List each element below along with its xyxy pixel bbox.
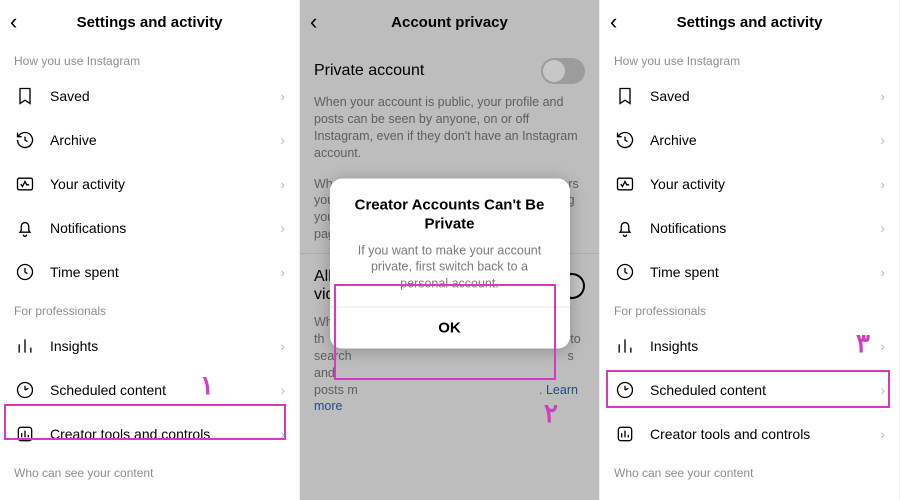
- scheduled-icon: [14, 379, 36, 401]
- activity-icon: [614, 173, 636, 195]
- chevron-right-icon: ›: [880, 220, 885, 236]
- row-label: Saved: [650, 88, 880, 104]
- chevron-right-icon: ›: [280, 220, 285, 236]
- chevron-right-icon: ›: [280, 264, 285, 280]
- chevron-right-icon: ›: [880, 264, 885, 280]
- row-label: Your activity: [50, 176, 280, 192]
- row-saved[interactable]: Saved ›: [600, 74, 899, 118]
- row-label: Your activity: [650, 176, 880, 192]
- section-label: For professionals: [0, 294, 299, 324]
- chevron-right-icon: ›: [880, 176, 885, 192]
- page-title: Settings and activity: [77, 14, 223, 31]
- chevron-right-icon: ›: [880, 132, 885, 148]
- row-notifications[interactable]: Notifications ›: [600, 206, 899, 250]
- chevron-right-icon: ›: [880, 88, 885, 104]
- row-timespent[interactable]: Time spent ›: [0, 250, 299, 294]
- phone-right: ‹ Settings and activity How you use Inst…: [600, 0, 900, 500]
- chevron-right-icon: ›: [280, 132, 285, 148]
- modal-body: If you want to make your account private…: [346, 242, 554, 293]
- phone-middle: ‹ Account privacy Private account When y…: [300, 0, 600, 500]
- section-label: Who can see your content: [0, 456, 299, 486]
- back-icon[interactable]: ‹: [610, 9, 617, 35]
- row-label: Saved: [50, 88, 280, 104]
- modal-title: Creator Accounts Can't Be Private: [346, 197, 554, 235]
- page-title: Settings and activity: [677, 14, 823, 31]
- scheduled-icon: [614, 379, 636, 401]
- row-label: Time spent: [50, 264, 280, 280]
- row-label: Time spent: [650, 264, 880, 280]
- insights-icon: [614, 335, 636, 357]
- phone-left: ‹ Settings and activity How you use Inst…: [0, 0, 300, 500]
- chevron-right-icon: ›: [280, 382, 285, 398]
- activity-icon: [14, 173, 36, 195]
- row-scheduled[interactable]: Scheduled content ›: [0, 368, 299, 412]
- bookmark-icon: [614, 85, 636, 107]
- chevron-right-icon: ›: [880, 338, 885, 354]
- row-activity[interactable]: Your activity ›: [600, 162, 899, 206]
- bell-icon: [14, 217, 36, 239]
- history-icon: [614, 129, 636, 151]
- section-label: How you use Instagram: [600, 44, 899, 74]
- row-creator-tools[interactable]: Creator tools and controls ›: [0, 412, 299, 456]
- creator-icon: [14, 423, 36, 445]
- settings-scroll[interactable]: How you use Instagram Saved › Archive › …: [600, 44, 899, 500]
- clock-icon: [14, 261, 36, 283]
- chevron-right-icon: ›: [880, 426, 885, 442]
- bell-icon: [614, 217, 636, 239]
- chevron-right-icon: ›: [280, 176, 285, 192]
- row-saved[interactable]: Saved ›: [0, 74, 299, 118]
- chevron-right-icon: ›: [280, 426, 285, 442]
- history-icon: [14, 129, 36, 151]
- row-creator-tools[interactable]: Creator tools and controls ›: [600, 412, 899, 456]
- clock-icon: [614, 261, 636, 283]
- row-label: Scheduled content: [50, 382, 280, 398]
- back-icon[interactable]: ‹: [10, 9, 17, 35]
- modal-ok-button[interactable]: OK: [330, 307, 570, 349]
- header: ‹ Settings and activity: [600, 0, 899, 44]
- row-label: Insights: [50, 338, 280, 354]
- row-label: Insights: [650, 338, 880, 354]
- settings-scroll[interactable]: How you use Instagram Saved › Archive › …: [0, 44, 299, 500]
- modal-content: Creator Accounts Can't Be Private If you…: [330, 179, 570, 307]
- creator-icon: [614, 423, 636, 445]
- row-notifications[interactable]: Notifications ›: [0, 206, 299, 250]
- section-label: For professionals: [600, 294, 899, 324]
- row-label: Archive: [650, 132, 880, 148]
- row-label: Scheduled content: [650, 382, 880, 398]
- creator-private-modal: Creator Accounts Can't Be Private If you…: [330, 179, 570, 349]
- row-insights[interactable]: Insights ›: [600, 324, 899, 368]
- insights-icon: [14, 335, 36, 357]
- row-scheduled[interactable]: Scheduled content ›: [600, 368, 899, 412]
- row-timespent[interactable]: Time spent ›: [600, 250, 899, 294]
- section-label: How you use Instagram: [0, 44, 299, 74]
- bookmark-icon: [14, 85, 36, 107]
- row-account-privacy[interactable]: Account privacy Public ›: [0, 486, 299, 500]
- row-insights[interactable]: Insights ›: [0, 324, 299, 368]
- chevron-right-icon: ›: [280, 88, 285, 104]
- row-activity[interactable]: Your activity ›: [0, 162, 299, 206]
- row-account-privacy[interactable]: Account privacy Public ›: [600, 486, 899, 500]
- chevron-right-icon: ›: [880, 382, 885, 398]
- section-label: Who can see your content: [600, 456, 899, 486]
- row-label: Creator tools and controls: [650, 426, 880, 442]
- header: ‹ Settings and activity: [0, 0, 299, 44]
- chevron-right-icon: ›: [280, 338, 285, 354]
- row-archive[interactable]: Archive ›: [0, 118, 299, 162]
- row-label: Notifications: [50, 220, 280, 236]
- row-label: Creator tools and controls: [50, 426, 280, 442]
- row-label: Notifications: [650, 220, 880, 236]
- row-archive[interactable]: Archive ›: [600, 118, 899, 162]
- row-label: Archive: [50, 132, 280, 148]
